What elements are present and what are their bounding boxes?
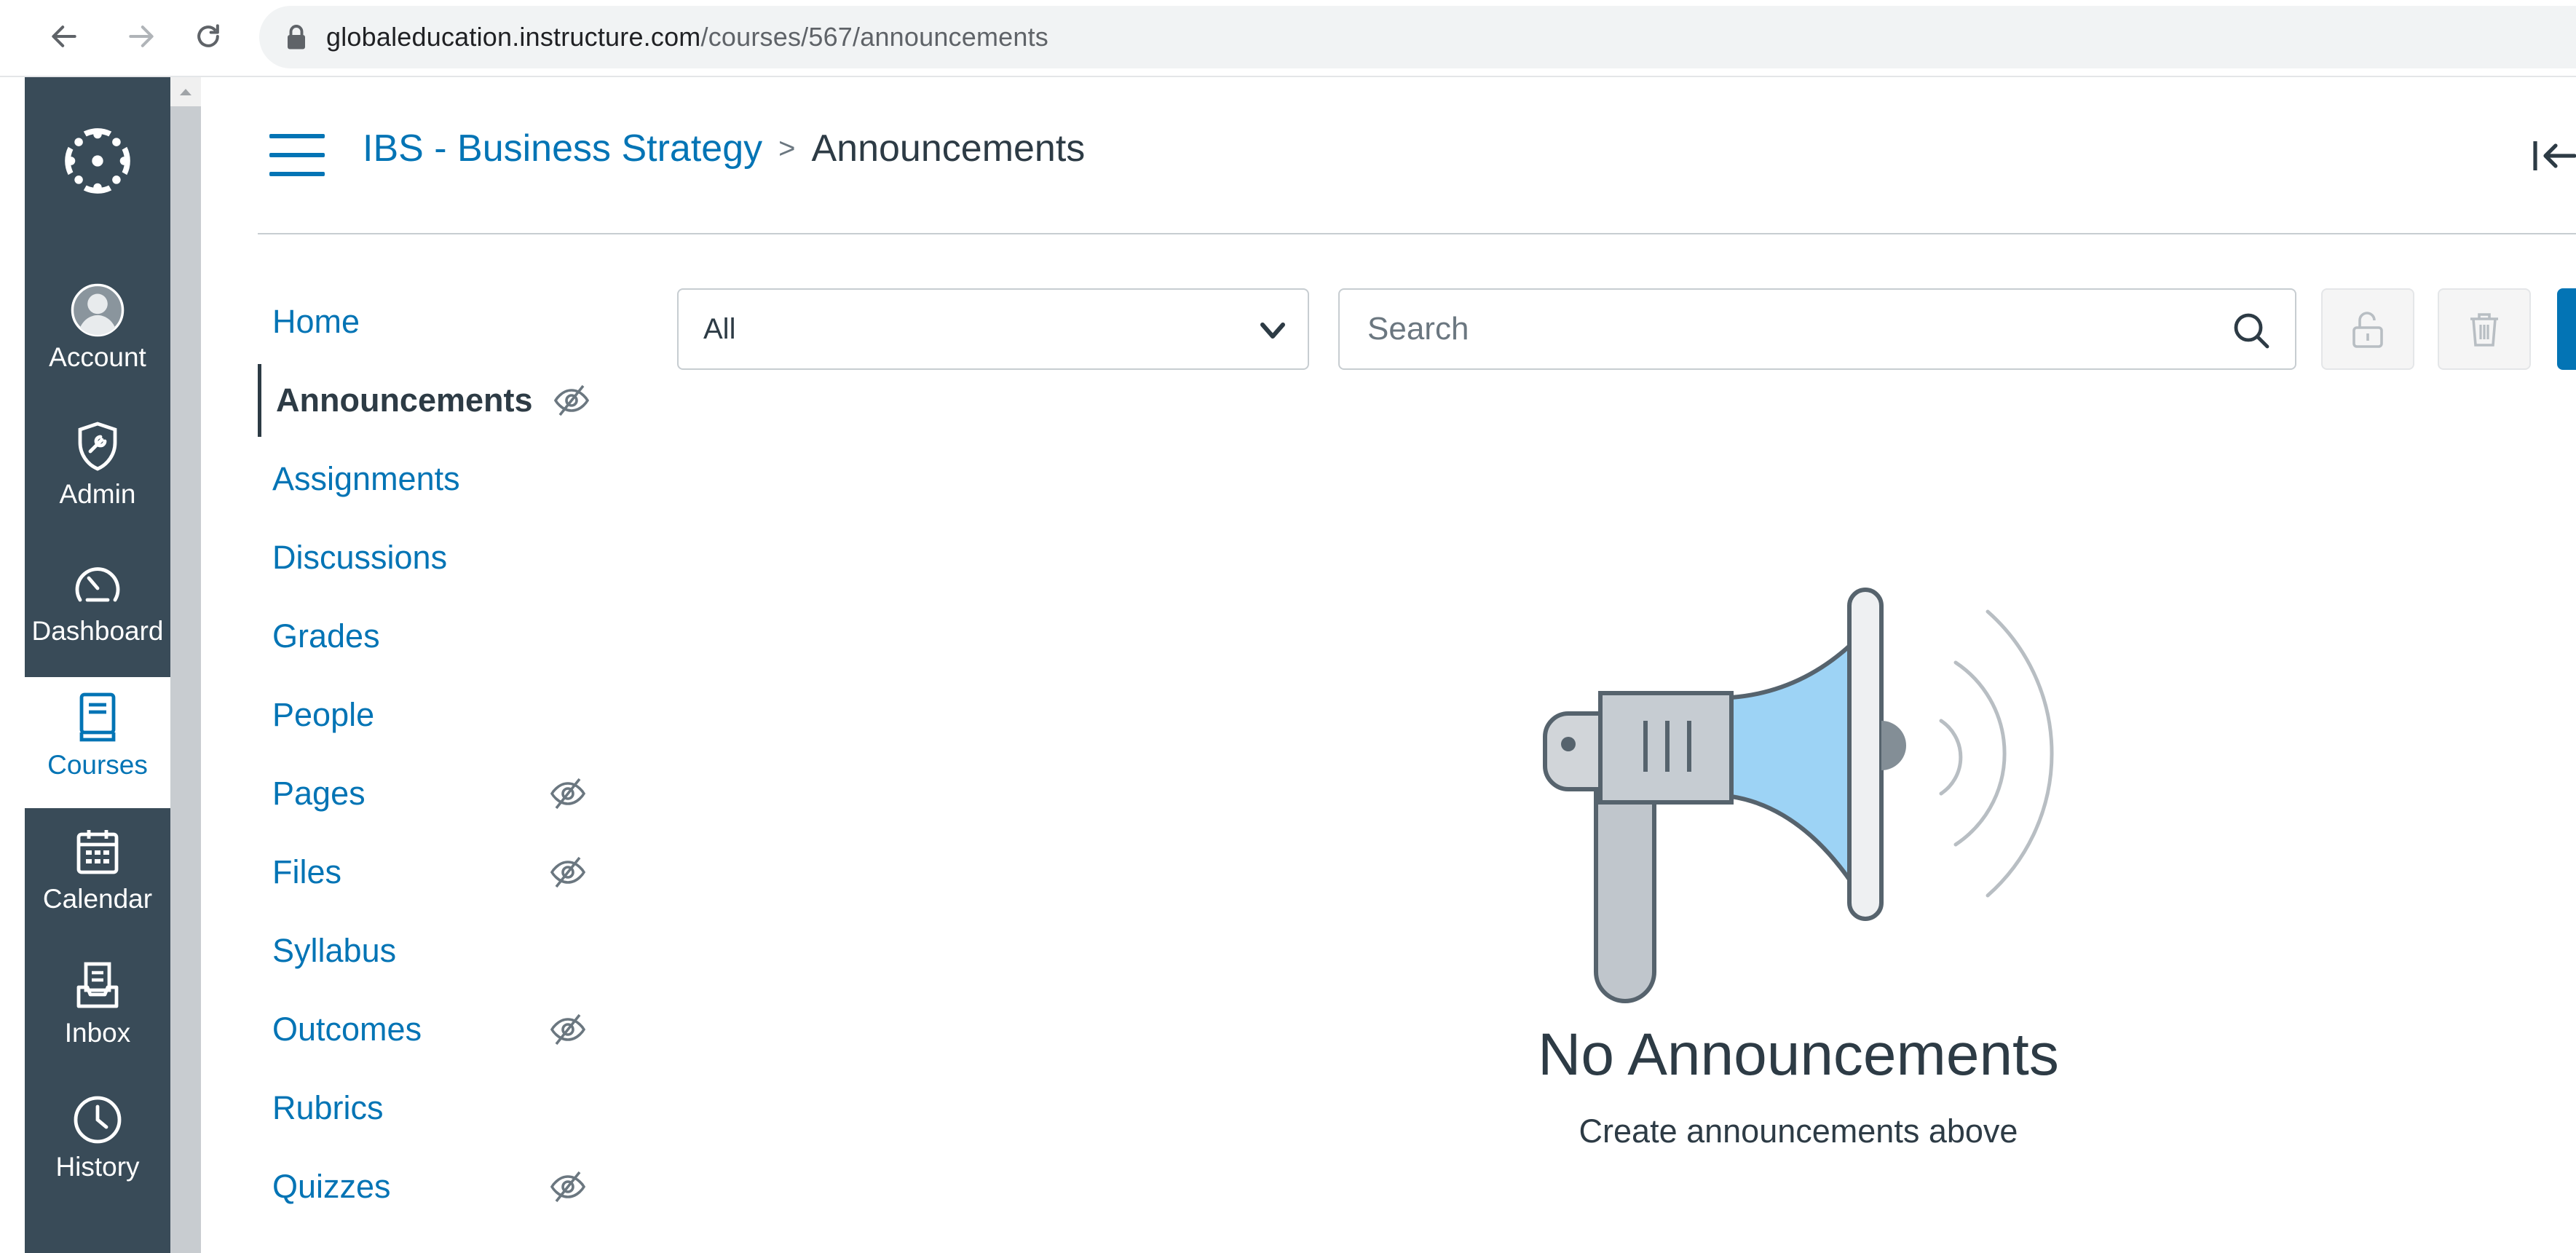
eye-slash-icon (550, 856, 586, 888)
breadcrumb-separator: > (778, 132, 796, 165)
browser-toolbar: globaleducation.instructure.com/courses/… (0, 0, 2576, 77)
back-arrow-icon[interactable] (44, 16, 84, 57)
lock-button[interactable] (2321, 288, 2414, 370)
global-nav-label: Courses (47, 750, 148, 780)
course-nav-label: Pages (272, 775, 366, 812)
global-nav-calendar[interactable]: Calendar (25, 811, 170, 942)
course-nav-label: Outcomes (272, 1011, 422, 1048)
course-nav-label: Rubrics (272, 1089, 384, 1126)
course-nav-label: Discussions (272, 539, 448, 576)
global-nav-inbox[interactable]: Inbox (25, 945, 170, 1076)
hamburger-menu-icon[interactable] (269, 134, 325, 179)
eye-slash-icon (550, 1171, 586, 1203)
global-nav-label: Inbox (64, 1018, 131, 1048)
collapse-sidebar-icon[interactable] (2531, 134, 2576, 178)
empty-state-subtitle: Create announcements above (1579, 1112, 2018, 1150)
shield-wrench-icon (70, 419, 125, 475)
speedometer-icon (70, 556, 125, 612)
delete-button[interactable] (2438, 288, 2531, 370)
filter-selected-value: All (703, 312, 736, 345)
course-nav-label: Files (272, 853, 342, 890)
forward-arrow-icon[interactable] (121, 16, 162, 57)
course-nav-grades[interactable]: Grades (258, 600, 607, 673)
search-field[interactable] (1338, 288, 2296, 370)
course-nav-discussions[interactable]: Discussions (258, 521, 607, 594)
course-nav-label: Assignments (272, 460, 460, 497)
clock-icon (70, 1092, 125, 1147)
breadcrumb-course-link[interactable]: IBS - Business Strategy (363, 127, 762, 170)
course-nav-home[interactable]: Home (258, 285, 607, 358)
search-icon[interactable] (2232, 312, 2270, 349)
global-nav-label: Account (49, 342, 146, 372)
course-nav-pages[interactable]: Pages (258, 757, 607, 830)
scrollbar[interactable] (170, 77, 201, 1253)
breadcrumb-current-page: Announcements (811, 127, 1086, 170)
course-nav-announcements[interactable]: Announcements (258, 364, 611, 437)
course-nav-files[interactable]: Files (258, 836, 607, 909)
eye-slash-icon (550, 778, 586, 810)
address-bar[interactable]: globaleducation.instructure.com/courses/… (259, 6, 2576, 68)
global-nav-history[interactable]: History (25, 1079, 170, 1210)
course-nav-syllabus[interactable]: Syllabus (258, 914, 607, 987)
course-nav-rubrics[interactable]: Rubrics (258, 1072, 607, 1145)
course-nav-label: Home (272, 303, 360, 340)
lock-icon (288, 25, 305, 50)
book-icon (70, 690, 125, 746)
chevron-down-icon (1260, 323, 1285, 339)
trash-icon (2470, 313, 2498, 347)
inbox-tray-icon (70, 958, 125, 1013)
course-nav-people[interactable]: People (258, 679, 607, 751)
search-input[interactable] (1366, 310, 2170, 348)
megaphone-illustration (1543, 588, 2054, 1003)
course-nav-outcomes[interactable]: Outcomes (258, 993, 607, 1066)
empty-state-title: No Announcements (1538, 1021, 2059, 1088)
course-nav-quizzes[interactable]: Quizzes (258, 1150, 607, 1223)
global-navigation: Account Admin Dashboard Courses Calendar… (25, 77, 170, 1253)
global-nav-account[interactable]: Account (25, 269, 170, 400)
global-nav-label: Dashboard (31, 616, 164, 646)
global-nav-label: Calendar (42, 884, 153, 914)
course-nav-label: People (272, 696, 375, 733)
global-nav-admin[interactable]: Admin (25, 406, 170, 537)
announcement-filter-select[interactable]: All (677, 288, 1309, 370)
global-nav-dashboard[interactable]: Dashboard (25, 543, 170, 674)
global-nav-label: History (55, 1152, 140, 1182)
unlock-icon (2352, 312, 2383, 348)
course-nav-label: Syllabus (272, 932, 397, 969)
course-nav-label: Quizzes (272, 1168, 391, 1205)
global-nav-label: Admin (59, 479, 136, 509)
eye-slash-icon (553, 384, 590, 416)
calendar-icon (70, 824, 125, 880)
window-edge (0, 77, 25, 1253)
canvas-logo-icon[interactable] (25, 77, 170, 245)
global-nav-courses[interactable]: Courses (25, 677, 170, 808)
reload-icon[interactable] (188, 16, 229, 57)
breadcrumb: IBS - Business Strategy > Announcements (363, 127, 1085, 170)
scroll-up-arrow-icon[interactable] (170, 77, 201, 106)
user-avatar-icon (70, 282, 125, 338)
course-nav-label: Announcements (276, 382, 533, 419)
header-divider (258, 233, 2576, 234)
add-announcement-button[interactable] (2557, 288, 2576, 370)
course-nav-label: Grades (272, 617, 380, 655)
url-text: globaleducation.instructure.com/courses/… (326, 22, 1049, 52)
course-nav-assignments[interactable]: Assignments (258, 443, 607, 515)
eye-slash-icon (550, 1013, 586, 1046)
